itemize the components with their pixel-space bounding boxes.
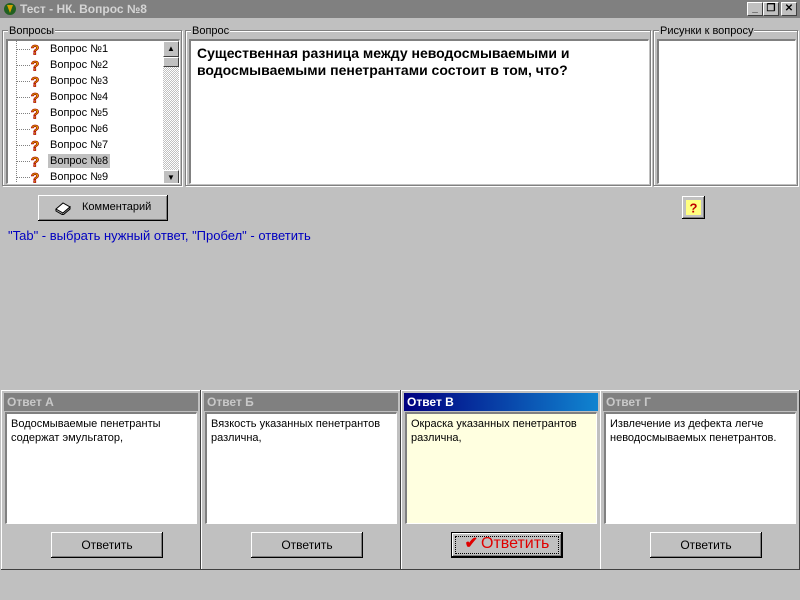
- question-list-label: Вопрос №1: [50, 43, 109, 55]
- question-list-item[interactable]: ? Вопрос №8: [8, 153, 166, 169]
- question-list-item[interactable]: ? Вопрос №7: [8, 137, 166, 153]
- question-mark-icon: ?: [30, 58, 40, 72]
- answer-text: Извлечение из дефекта легче неводосмывае…: [610, 418, 777, 444]
- svg-text:?: ?: [31, 90, 40, 104]
- comment-button[interactable]: Комментарий: [38, 195, 168, 221]
- question-mark-icon: ?: [30, 90, 40, 104]
- svg-text:?: ?: [31, 74, 40, 88]
- question-list-label: Вопрос №8: [48, 154, 111, 168]
- focus-rect: [455, 536, 559, 554]
- svg-text:?: ?: [31, 42, 40, 56]
- answer-header: Ответ Г: [603, 393, 797, 411]
- pictures-group: Рисунки к вопросу: [653, 25, 798, 186]
- question-list-item[interactable]: ? Вопрос №2: [8, 57, 166, 73]
- question-list-label: Вопрос №2: [50, 59, 109, 71]
- svg-text:?: ?: [690, 201, 698, 216]
- question-list-label: Вопрос №6: [50, 123, 109, 135]
- question-box: Существенная разница между неводосмываем…: [189, 39, 649, 184]
- question-mark-icon: ?: [30, 42, 40, 56]
- question-list-item[interactable]: ? Вопрос №1: [8, 41, 166, 57]
- keyboard-hint: "Tab" - выбрать нужный ответ, "Пробел" -…: [8, 228, 311, 243]
- app-icon: [4, 3, 16, 15]
- comment-button-label: Комментарий: [82, 201, 152, 213]
- questions-tree[interactable]: ? Вопрос №1? Вопрос №2? Вопрос №3? Вопрос №4…: [6, 39, 180, 184]
- svg-text:?: ?: [31, 58, 40, 72]
- question-list-label: Вопрос №9: [50, 171, 109, 183]
- question-list-item[interactable]: ? Вопрос №4: [8, 89, 166, 105]
- answer-button-b[interactable]: Ответить: [251, 532, 363, 558]
- answer-text: Окраска указанных пенетрантов различна,: [411, 418, 577, 444]
- question-list-item[interactable]: ? Вопрос №9: [8, 169, 166, 184]
- question-mark-icon: ?: [30, 122, 40, 136]
- answer-body: Окраска указанных пенетрантов различна,: [405, 412, 597, 524]
- answer-button-g[interactable]: Ответить: [650, 532, 762, 558]
- answer-button-a[interactable]: Ответить: [51, 532, 163, 558]
- title-bar: Тест - НК. Вопрос №8 _ ❐ ✕: [0, 0, 800, 18]
- answer-body: Вязкость указанных пенетрантов различна,: [205, 412, 397, 524]
- answer-panel-g: Ответ Г Извлечение из дефекта легче нево…: [600, 390, 800, 570]
- question-list-label: Вопрос №4: [50, 91, 109, 103]
- help-button[interactable]: ?: [682, 196, 705, 219]
- answer-panel-a: Ответ А Водосмываемые пенетранты содержа…: [1, 390, 201, 570]
- question-list-label: Вопрос №3: [50, 75, 109, 87]
- minimize-button[interactable]: _: [747, 2, 763, 16]
- pictures-box: [657, 39, 796, 184]
- scroll-thumb[interactable]: [163, 57, 179, 67]
- question-list-label: Вопрос №5: [50, 107, 109, 119]
- svg-text:?: ?: [31, 138, 40, 152]
- answer-panel-v: Ответ В Окраска указанных пенетрантов ра…: [401, 390, 601, 570]
- question-list-item[interactable]: ? Вопрос №3: [8, 73, 166, 89]
- questions-group: Вопросы ? Вопрос №1? Вопрос №2? Вопрос №3? В…: [2, 25, 182, 186]
- svg-text:?: ?: [31, 154, 40, 168]
- question-mark-icon: ?: [30, 170, 40, 184]
- question-group-label: Вопрос: [191, 25, 231, 37]
- scroll-down-button[interactable]: ▼: [163, 170, 179, 183]
- question-icon: ?: [686, 200, 701, 215]
- question-list-label: Вопрос №7: [50, 139, 109, 151]
- restore-button[interactable]: ❐: [763, 2, 779, 16]
- questions-group-label: Вопросы: [8, 25, 56, 37]
- svg-text:?: ?: [31, 170, 40, 184]
- question-mark-icon: ?: [30, 138, 40, 152]
- svg-text:?: ?: [31, 106, 40, 120]
- question-mark-icon: ?: [30, 154, 40, 168]
- answer-body: Извлечение из дефекта легче неводосмывае…: [604, 412, 796, 524]
- question-text: Существенная разница между неводосмываем…: [197, 45, 570, 78]
- question-group: Вопрос Существенная разница между неводо…: [185, 25, 651, 186]
- question-list-item[interactable]: ? Вопрос №5: [8, 105, 166, 121]
- answer-header: Ответ А: [4, 393, 198, 411]
- answer-text: Водосмываемые пенетранты содержат эмульг…: [11, 418, 161, 444]
- status-bar: [0, 572, 800, 600]
- close-button[interactable]: ✕: [781, 2, 797, 16]
- svg-text:?: ?: [31, 122, 40, 136]
- window-title: Тест - НК. Вопрос №8: [20, 2, 147, 16]
- question-mark-icon: ?: [30, 106, 40, 120]
- scroll-up-button[interactable]: ▲: [163, 41, 179, 57]
- pictures-group-label: Рисунки к вопросу: [659, 25, 755, 37]
- answer-header: Ответ Б: [204, 393, 398, 411]
- question-mark-icon: ?: [30, 74, 40, 88]
- answer-button-v[interactable]: ✔ Ответить: [451, 532, 563, 558]
- tree-scrollbar[interactable]: ▲ ▼: [163, 41, 179, 183]
- answer-panel-b: Ответ Б Вязкость указанных пенетрантов р…: [201, 390, 401, 570]
- answer-body: Водосмываемые пенетранты содержат эмульг…: [5, 412, 197, 524]
- answer-header: Ответ В: [404, 393, 598, 411]
- question-list-item[interactable]: ? Вопрос №6: [8, 121, 166, 137]
- book-icon: [55, 202, 71, 215]
- answer-text: Вязкость указанных пенетрантов различна,: [211, 418, 381, 444]
